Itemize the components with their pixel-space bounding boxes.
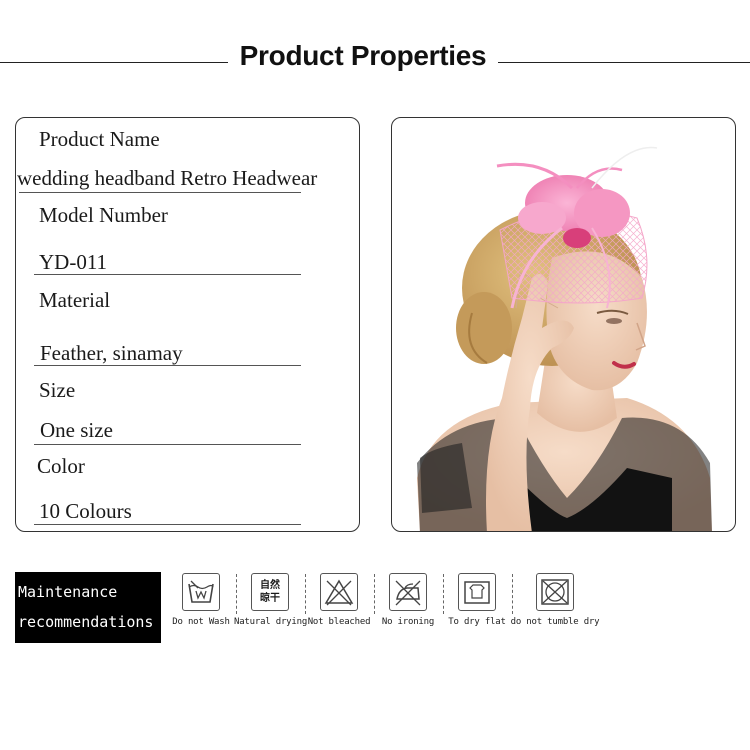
material-label: Material [39,288,111,312]
care-label: No ironing [381,617,435,627]
care-label: To dry flat [448,617,506,627]
care-label: Not bleached [307,617,371,627]
natural-drying-icon-text-2: 晾干 [260,593,280,604]
product-properties-panel: Product Name wedding headband Retro Head… [15,117,360,532]
care-label: Natural drying [234,617,308,627]
material-underline [34,365,301,366]
care-item-no-tumble-dry: do not tumble dry [510,573,600,627]
care-item-natural-drying: 自然 晾干 Natural drying [234,573,308,627]
product-name-label: Product Name [39,127,160,151]
material-value: Feather, sinamay [40,341,183,365]
natural-drying-icon-text-1: 自然 [260,580,280,591]
size-value: One size [40,418,113,442]
product-name-value: wedding headband Retro Headwear [17,166,318,190]
model-number-label: Model Number [39,203,168,227]
do-not-wash-icon [182,573,220,611]
color-underline [34,524,301,525]
model-with-fascinator-illustration [417,146,712,531]
product-photo [391,117,736,532]
size-underline [34,444,301,445]
no-ironing-icon [389,573,427,611]
dry-flat-icon [458,573,496,611]
header-rule-right [498,62,750,63]
header-rule-left [0,62,228,63]
product-name-underline [19,192,301,193]
model-number-value: YD-011 [39,250,108,274]
no-bleach-icon [320,573,358,611]
maintenance-badge: Maintenance recommendations [15,572,161,643]
maintenance-title-line1: Maintenance [18,583,118,601]
no-tumble-dry-icon [536,573,574,611]
natural-drying-icon: 自然 晾干 [251,573,289,611]
page-title: Product Properties [239,40,487,71]
care-item-dry-flat: To dry flat [441,573,513,627]
color-value: 10 Colours [39,499,132,523]
size-label: Size [39,378,76,402]
maintenance-title-line2: recommendations [18,613,154,631]
care-item-not-bleached: Not bleached [303,573,375,627]
model-number-underline [34,274,301,275]
care-label: Do not Wash [172,617,230,627]
care-label: do not tumble dry [510,617,600,627]
care-item-no-ironing: No ironing [372,573,444,627]
color-label: Color [37,454,85,478]
care-item-do-not-wash: Do not Wash [165,573,237,627]
